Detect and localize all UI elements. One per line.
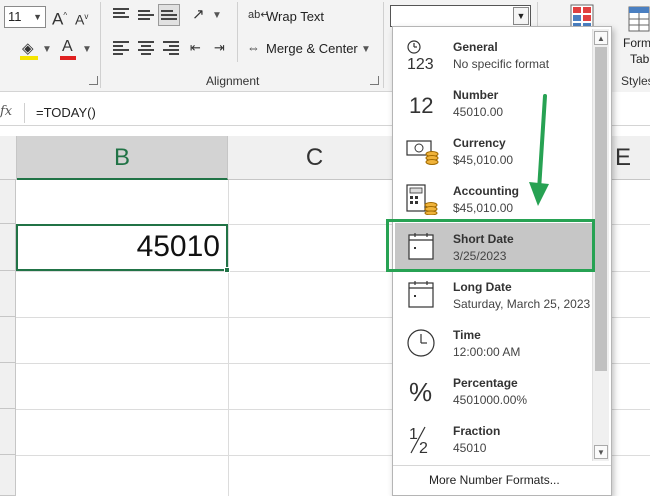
font-size-value: 11 [8,9,22,24]
format-example: Saturday, March 25, 2023 [453,297,591,311]
column-header-b[interactable]: B [17,136,228,180]
scroll-thumb[interactable] [595,47,607,371]
column-header-c[interactable]: C [228,136,402,180]
format-example: $45,010.00 [453,201,514,215]
fill-color-swatch [20,56,38,60]
styles-group: Form Tabl Styles [612,0,650,92]
format-item-currency[interactable]: Currency $45,010.00 [395,127,592,175]
row-header[interactable] [0,363,16,409]
format-item-time[interactable]: Time 12:00:00 AM [395,319,592,367]
chevron-down-icon[interactable]: ▼ [82,44,92,55]
svg-text:1: 1 [409,426,418,443]
wrap-text-button[interactable]: Wrap Text [266,9,324,24]
svg-text:123: 123 [407,56,434,71]
format-example: 45010.00 [453,105,504,119]
format-example: 12:00:00 AM [453,345,521,359]
select-all-corner[interactable] [0,136,17,180]
format-example: 45010 [453,441,487,455]
fraction-icon: 1 2 [409,426,428,455]
merge-center-icon[interactable]: ⇔ [247,39,260,57]
format-name: Percentage [453,376,518,390]
cell-value: 45010 [136,230,220,263]
format-name: Time [453,328,481,342]
number-format-combo[interactable]: ▼ [390,5,531,27]
format-item-accounting[interactable]: Accounting $45,010.00 [395,175,592,223]
font-launcher-icon[interactable] [89,76,98,85]
format-item-general[interactable]: 123 General No specific format [395,31,592,79]
fill-handle[interactable] [224,267,230,273]
alignment-launcher-icon[interactable] [370,76,379,85]
ribbon-divider [383,2,384,88]
format-name: Number [453,88,499,102]
chevron-down-icon[interactable]: ▼ [513,7,529,25]
middle-align-icon[interactable] [138,10,154,24]
accounting-icon [406,184,438,215]
row-header[interactable] [0,180,16,224]
orientation-icon[interactable]: ↗ [192,6,205,24]
currency-icon [406,140,439,165]
format-name: Currency [453,136,506,150]
font-color-icon[interactable]: A [62,38,73,56]
ribbon-divider [237,2,238,62]
font-size-box[interactable]: 11 ▼ [4,6,46,28]
format-example: No specific format [453,57,550,71]
scroll-down-icon[interactable]: ▼ [594,445,608,459]
font-color-swatch [60,56,76,60]
format-item-number[interactable]: 12 Number 45010.00 [395,79,592,127]
formula-divider [24,103,25,123]
format-name: General [453,40,498,54]
chevron-down-icon[interactable]: ▼ [361,44,371,55]
format-item-long-date[interactable]: Long Date Saturday, March 25, 2023 [395,271,592,319]
top-align-icon[interactable] [113,8,129,22]
format-name: Accounting [453,184,519,198]
percent-icon: % [409,377,432,407]
fx-icon[interactable]: fx [0,104,12,119]
more-number-formats-link[interactable]: More Number Formats... [429,473,560,487]
number-12-icon: 12 [409,93,433,118]
bottom-align-icon [161,10,177,24]
chevron-down-icon[interactable]: ▼ [42,44,52,55]
ribbon-divider [100,2,101,88]
chevron-down-icon[interactable]: ▼ [33,7,42,27]
decrease-indent-icon[interactable]: ⇤ [190,39,201,57]
merge-center-button[interactable]: Merge & Center [266,41,358,56]
format-name: Long Date [453,280,512,294]
annotation-arrow-icon [529,94,549,206]
general-123-icon: 123 [407,40,434,71]
svg-text:12: 12 [409,93,433,118]
format-example: $45,010.00 [453,153,514,167]
clock-icon [407,329,435,357]
row-header[interactable] [0,271,16,317]
row-header[interactable] [0,455,16,496]
scroll-up-icon[interactable]: ▲ [594,31,608,45]
row-header[interactable] [0,317,16,363]
format-as-table-icon[interactable] [628,6,650,32]
decrease-font-icon[interactable]: Av [75,8,88,29]
format-item-fraction[interactable]: 1 2 Fraction 45010 [395,415,592,463]
row-header[interactable] [0,224,16,271]
format-example: 4501000.00% [453,393,528,407]
calendar-icon [408,281,434,308]
svg-text:2: 2 [419,440,428,455]
chevron-down-icon[interactable]: ▼ [212,10,222,21]
align-left-icon[interactable] [113,41,129,55]
increase-font-icon[interactable]: A^ [52,7,67,29]
short-date-highlight-box [386,219,595,272]
format-name: Fraction [453,424,501,438]
align-center-icon[interactable] [138,41,154,55]
format-as-table-label[interactable]: Form [623,36,650,50]
grid-line [228,180,229,496]
align-right-icon[interactable] [163,41,179,55]
table-label[interactable]: Tabl [630,52,650,66]
format-item-percentage[interactable]: % Percentage 4501000.00% [395,367,592,415]
row-header[interactable] [0,409,16,455]
dropdown-divider [393,465,611,466]
svg-text:%: % [409,377,432,407]
active-cell-b3[interactable]: 45010 [16,224,228,271]
alignment-group-label: Alignment [206,74,260,88]
formula-input[interactable]: =TODAY() [36,105,96,120]
styles-group-label: Styles [621,74,650,88]
increase-indent-icon[interactable]: ⇥ [214,39,225,57]
